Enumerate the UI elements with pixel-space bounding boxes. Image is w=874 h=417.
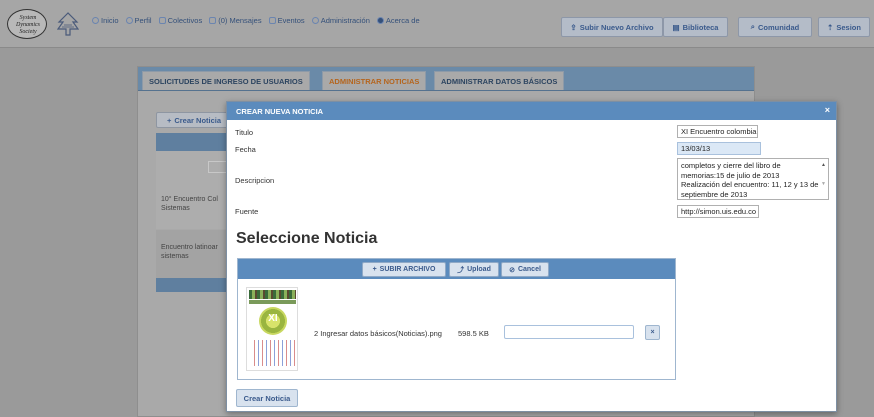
plus-icon: + — [372, 266, 377, 273]
upload-progress-bar — [504, 325, 634, 339]
nav-label: Administración — [320, 16, 370, 25]
nav-mensajes[interactable]: (0) Mensajes — [209, 16, 262, 25]
titulo-input[interactable]: XI Encuentro colombia — [677, 125, 758, 138]
logo-line-1: System — [19, 15, 37, 21]
group-icon — [158, 17, 166, 24]
file-size: 598.5 KB — [458, 329, 489, 338]
person-icon: ⇡ — [827, 22, 834, 32]
descripcion-text: completos y cierre del libro de memorias… — [681, 161, 819, 199]
home-icon — [92, 17, 99, 24]
logo-line-3: Society — [19, 29, 37, 35]
library-label: Biblioteca — [682, 22, 719, 32]
cancel-icon: ⊘ — [509, 266, 515, 274]
tab-administrar-noticias[interactable]: ADMINISTRAR NOTICIAS — [322, 71, 427, 90]
tab-administrar-datos[interactable]: ADMINISTRAR DATOS BÁSICOS — [434, 71, 565, 90]
gear-icon — [311, 17, 319, 24]
scroll-up-icon[interactable]: ▲ — [821, 161, 826, 171]
nav-label: Inicio — [101, 16, 119, 25]
scroll-down-icon[interactable]: ▼ — [821, 180, 826, 190]
fuente-input[interactable]: http://simon.uis.edu.co — [677, 205, 759, 218]
info-icon — [376, 17, 384, 24]
nav-label: Eventos — [277, 16, 305, 25]
fecha-input[interactable]: 13/03/13 — [677, 142, 761, 155]
bg-create-news-button[interactable]: + Crear Noticia — [156, 112, 232, 128]
upload-icon: ⤴ — [457, 266, 465, 274]
nav-label: Colectivos — [167, 16, 203, 25]
tab-solicitudes[interactable]: SOLICITUDES DE INGRESO DE USUARIOS — [142, 71, 310, 90]
upload-file-label: Subir Nuevo Archivo — [579, 22, 654, 32]
session-button[interactable]: ⇡ Sesion — [818, 17, 870, 37]
news-table-footer — [156, 278, 236, 292]
fecha-label: Fecha — [235, 145, 256, 154]
news-table-header — [156, 133, 236, 151]
file-thumbnail: XI — [246, 287, 298, 371]
textarea-scrollbar[interactable]: ▲ ▼ — [820, 160, 827, 198]
upload-file-button[interactable]: ⇪ Subir Nuevo Archivo — [561, 17, 663, 37]
cancel-button[interactable]: ⊘ Cancel — [501, 262, 549, 277]
descripcion-label: Descripcion — [235, 176, 275, 185]
uploader-toolbar: + SUBIR ARCHIVO ⤴ Upload ⊘ Cancel — [238, 259, 675, 279]
table-row[interactable]: Encuentro latinoar sistemas — [156, 230, 236, 278]
news-row-title: 10° Encuentro Col Sistemas — [161, 196, 218, 212]
subir-archivo-button[interactable]: + SUBIR ARCHIVO — [362, 262, 446, 277]
nav-administracion[interactable]: Administración — [311, 16, 370, 25]
section-title: Seleccione Noticia — [236, 230, 378, 247]
logo-line-2: Dynamics — [16, 22, 40, 28]
nav-acerca-de[interactable]: Acerca de — [376, 16, 420, 25]
thumb-banner — [249, 290, 296, 299]
nav-label: Perfil — [134, 16, 152, 25]
plus-icon: + — [166, 115, 172, 125]
nav-perfil[interactable]: Perfil — [125, 16, 152, 25]
file-name: 2 Ingresar datos básicos(Noticias).png — [314, 329, 442, 338]
main-nav: Inicio Perfil Colectivos (0) Mensajes Ev… — [92, 16, 420, 25]
nav-label: Acerca de — [385, 16, 420, 25]
upload-button[interactable]: ⤴ Upload — [449, 262, 499, 277]
library-icon: ▤ — [672, 22, 680, 32]
nav-eventos[interactable]: Eventos — [268, 16, 305, 25]
create-news-dialog: CREAR NUEVA NOTICIA × Titulo XI Encuentr… — [226, 101, 837, 412]
close-icon[interactable]: × — [825, 105, 830, 115]
dialog-title: CREAR NUEVA NOTICIA — [236, 106, 324, 116]
descripcion-textarea[interactable]: completos y cierre del libro de memorias… — [677, 158, 829, 200]
session-label: Sesion — [836, 22, 861, 32]
search-icon: ⌕ — [750, 22, 755, 31]
community-label: Comunidad — [757, 22, 800, 32]
titulo-label: Titulo — [235, 128, 254, 137]
table-row[interactable]: 10° Encuentro Col Sistemas — [156, 151, 236, 229]
file-uploader: + SUBIR ARCHIVO ⤴ Upload ⊘ Cancel XI 2 Ingr… — [237, 258, 676, 380]
subir-archivo-label: SUBIR ARCHIVO — [379, 266, 436, 273]
bg-create-news-label: Crear Noticia — [174, 115, 222, 125]
dialog-header: CREAR NUEVA NOTICIA × — [227, 102, 836, 120]
tab-bar: SOLICITUDES DE INGRESO DE USUARIOS ADMIN… — [138, 67, 754, 91]
top-header: System Dynamics Society Inicio Perfil Co… — [0, 0, 874, 48]
upload-icon: ⇪ — [570, 22, 577, 32]
mail-icon — [209, 17, 217, 24]
thumb-emblem: XI — [259, 307, 287, 335]
system-dynamics-logo[interactable]: System Dynamics Society — [7, 9, 47, 39]
cancel-label: Cancel — [517, 266, 541, 273]
nav-label: (0) Mensajes — [218, 16, 262, 25]
community-button[interactable]: ⌕ Comunidad — [738, 17, 812, 37]
tree-icon — [57, 12, 79, 36]
fuente-label: Fuente — [235, 207, 259, 216]
remove-file-button[interactable]: × — [645, 325, 660, 340]
library-button[interactable]: ▤ Biblioteca — [663, 17, 728, 37]
thumb-footer-art — [251, 340, 295, 366]
upload-label: Upload — [467, 266, 491, 273]
news-row-title: Encuentro latinoar sistemas — [161, 244, 218, 260]
nav-inicio[interactable]: Inicio — [92, 16, 119, 25]
calendar-icon — [268, 17, 276, 24]
nav-colectivos[interactable]: Colectivos — [158, 16, 203, 25]
person-icon — [125, 17, 133, 24]
thumb-emblem-text: XI — [268, 313, 278, 324]
create-news-button[interactable]: Crear Noticia — [236, 389, 298, 407]
thumb-subbanner — [249, 300, 296, 304]
